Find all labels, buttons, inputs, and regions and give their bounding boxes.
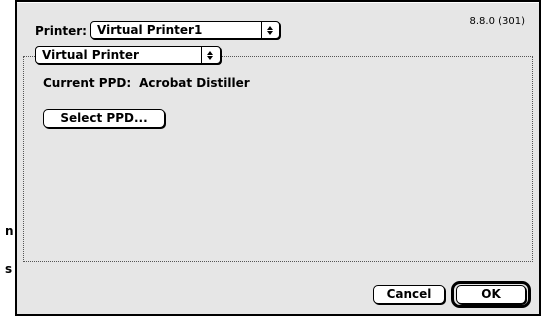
background-text-fragment: s: [5, 262, 13, 276]
dialog-highlight: [17, 2, 539, 3]
section-popup[interactable]: Virtual Printer: [35, 46, 221, 64]
printer-label: Printer:: [35, 24, 87, 38]
screen: n s Printer: Virtual Printer1 8.8.0 (301…: [0, 0, 546, 318]
current-ppd-line: Current PPD: Acrobat Distiller: [43, 76, 250, 90]
ok-button[interactable]: OK: [456, 285, 526, 304]
version-label: 8.8.0 (301): [469, 16, 525, 27]
section-popup-value: Virtual Printer: [42, 48, 139, 62]
cancel-button[interactable]: Cancel: [373, 285, 445, 304]
current-ppd-value: Acrobat Distiller: [139, 76, 250, 90]
printer-popup[interactable]: Virtual Printer1: [90, 21, 280, 39]
select-ppd-button[interactable]: Select PPD...: [43, 109, 165, 128]
updown-arrows-icon: [262, 22, 278, 38]
current-ppd-label: Current PPD:: [43, 76, 132, 90]
background-text-fragment: n: [5, 224, 14, 238]
printer-popup-value: Virtual Printer1: [97, 23, 203, 37]
page-setup-dialog: Printer: Virtual Printer1 8.8.0 (301) Vi…: [15, 0, 541, 316]
updown-arrows-icon: [202, 47, 218, 63]
